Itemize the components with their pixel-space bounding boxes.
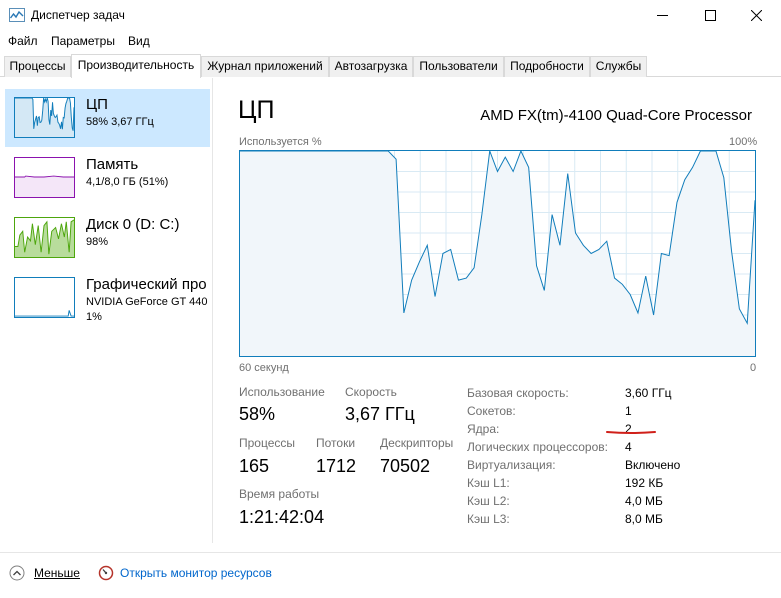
menu-bar: Файл Параметры Вид (0, 31, 781, 51)
graph-x-axis-label: 60 секунд (239, 362, 289, 374)
sidebar-item-memory[interactable]: Память 4,1/8,0 ГБ (51%) (5, 149, 210, 207)
menu-file[interactable]: Файл (8, 34, 38, 48)
tab-processes[interactable]: Процессы (4, 56, 71, 77)
sidebar-item-detail: 58% 3,67 ГГц (86, 116, 154, 128)
sidebar-item-detail: 1% (86, 311, 102, 323)
close-button[interactable] (734, 0, 780, 31)
sidebar-item-title: Графический про (86, 276, 207, 293)
cpu-thumbnail-graph (14, 97, 75, 138)
sidebar-item-title: Память (86, 156, 139, 173)
footer-bar: Меньше Открыть монитор ресурсов (0, 552, 781, 598)
page-title: ЦП (238, 96, 275, 124)
maximize-icon (705, 10, 716, 21)
l3-cache-value: 8,0 МБ (625, 512, 663, 526)
threads-value: 1712 (316, 456, 357, 476)
tab-startup[interactable]: Автозагрузка (329, 56, 413, 77)
resource-monitor-label: Открыть монитор ресурсов (120, 566, 272, 580)
handles-label: Дескрипторы (380, 436, 454, 450)
close-icon (751, 10, 762, 21)
chevron-up-icon (9, 565, 25, 581)
uptime-value: 1:21:42:04 (239, 507, 325, 527)
memory-thumbnail-graph (14, 157, 75, 198)
minimize-icon (657, 15, 668, 16)
graph-y-axis-label: Используется % (239, 136, 322, 148)
logical-processors-label: Логических процессоров: (467, 440, 608, 454)
tab-users[interactable]: Пользователи (413, 56, 504, 77)
sidebar-item-title: Диск 0 (D: C:) (86, 216, 180, 233)
resource-monitor-icon (98, 565, 114, 581)
tab-performance[interactable]: Производительность (71, 54, 201, 78)
gpu-thumbnail-graph (14, 277, 75, 318)
graph-y-max-label: 100% (729, 136, 758, 148)
uptime-label: Время работы (239, 487, 320, 501)
virtualization-value: Включено (625, 458, 681, 472)
base-speed-label: Базовая скорость: (467, 386, 569, 400)
l2-cache-label: Кэш L2: (467, 494, 510, 508)
task-manager-icon (9, 8, 25, 22)
speed-label: Скорость (345, 385, 397, 399)
menu-view[interactable]: Вид (128, 34, 150, 48)
processes-label: Процессы (239, 436, 296, 450)
graph-x-min-label: 0 (750, 362, 757, 374)
base-speed-value: 3,60 ГГц (625, 386, 672, 400)
threads-label: Потоки (316, 436, 356, 450)
sockets-value: 1 (625, 404, 632, 418)
l3-cache-label: Кэш L3: (467, 512, 510, 526)
maximize-button[interactable] (688, 0, 734, 31)
virtualization-label: Виртуализация: (467, 458, 556, 472)
minimize-button[interactable] (640, 0, 686, 31)
cores-label: Ядра: (467, 422, 500, 436)
fewer-details-label: Меньше (34, 566, 80, 580)
cpu-usage-graph (239, 150, 756, 357)
l1-cache-value: 192 КБ (625, 476, 664, 490)
speed-value: 3,67 ГГц (345, 404, 415, 424)
cores-underline-annotation (606, 431, 656, 434)
tab-app-history[interactable]: Журнал приложений (201, 56, 329, 77)
sidebar-item-detail: 4,1/8,0 ГБ (51%) (86, 176, 169, 188)
handles-value: 70502 (380, 456, 431, 476)
sidebar-item-cpu[interactable]: ЦП 58% 3,67 ГГц (5, 89, 210, 147)
l2-cache-value: 4,0 МБ (625, 494, 663, 508)
window-title: Диспетчер задач (31, 8, 125, 22)
logical-processors-value: 4 (625, 440, 632, 454)
usage-label: Использование (239, 385, 325, 399)
sidebar-item-detail: NVIDIA GeForce GT 440 (86, 296, 208, 308)
sidebar-item-gpu[interactable]: Графический про NVIDIA GeForce GT 440 1% (5, 269, 210, 327)
sidebar-item-title: ЦП (86, 96, 108, 113)
cpu-model-name: AMD FX(tm)-4100 Quad-Core Processor (480, 107, 752, 124)
panel-divider (212, 78, 213, 543)
menu-options[interactable]: Параметры (51, 34, 115, 48)
l1-cache-label: Кэш L1: (467, 476, 510, 490)
tab-details[interactable]: Подробности (504, 56, 590, 77)
disk-thumbnail-graph (14, 217, 75, 258)
processes-value: 165 (239, 456, 270, 476)
sidebar-item-disk[interactable]: Диск 0 (D: C:) 98% (5, 209, 210, 267)
sockets-label: Сокетов: (467, 404, 516, 418)
tab-services[interactable]: Службы (590, 56, 647, 77)
sidebar-item-detail: 98% (86, 236, 109, 248)
usage-value: 58% (239, 404, 276, 424)
tab-bar: Процессы Производительность Журнал прило… (0, 54, 781, 78)
title-bar: Диспетчер задач (0, 0, 781, 31)
